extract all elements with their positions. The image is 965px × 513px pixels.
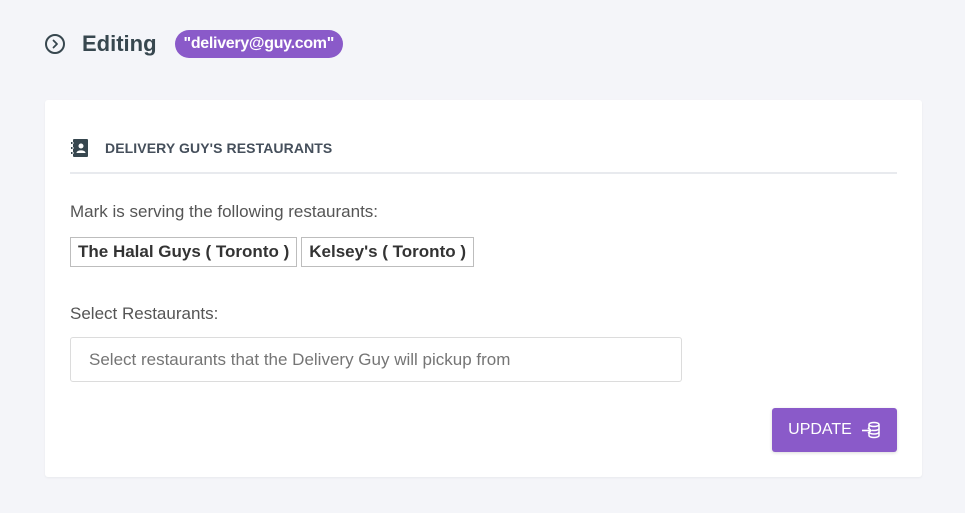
contacts-book-icon	[70, 138, 90, 158]
page-title: Editing	[82, 31, 157, 56]
select-restaurants-label: Select Restaurants:	[70, 304, 219, 323]
restaurant-tag: Kelsey's ( Toronto )	[301, 237, 474, 267]
select-restaurants-placeholder: Select restaurants that the Delivery Guy…	[89, 349, 511, 369]
page-header: Editing "delivery@guy.com"	[45, 28, 344, 60]
chevron-circle-right-icon	[45, 34, 65, 54]
restaurants-card: DELIVERY GUY'S RESTAURANTS Mark is servi…	[45, 100, 922, 477]
select-restaurants-input[interactable]: Select restaurants that the Delivery Guy…	[70, 337, 682, 382]
update-button[interactable]: UPDATE	[772, 408, 897, 452]
serving-text: Mark is serving the following restaurant…	[70, 202, 379, 221]
card-title: DELIVERY GUY'S RESTAURANTS	[105, 140, 333, 156]
restaurant-tag: The Halal Guys ( Toronto )	[70, 237, 298, 267]
card-header: DELIVERY GUY'S RESTAURANTS	[70, 136, 897, 174]
database-import-icon	[861, 421, 880, 439]
update-button-label: UPDATE	[788, 421, 852, 438]
restaurant-tag-list: The Halal Guys ( Toronto ) Kelsey's ( To…	[70, 237, 474, 267]
email-badge: "delivery@guy.com"	[174, 30, 344, 58]
